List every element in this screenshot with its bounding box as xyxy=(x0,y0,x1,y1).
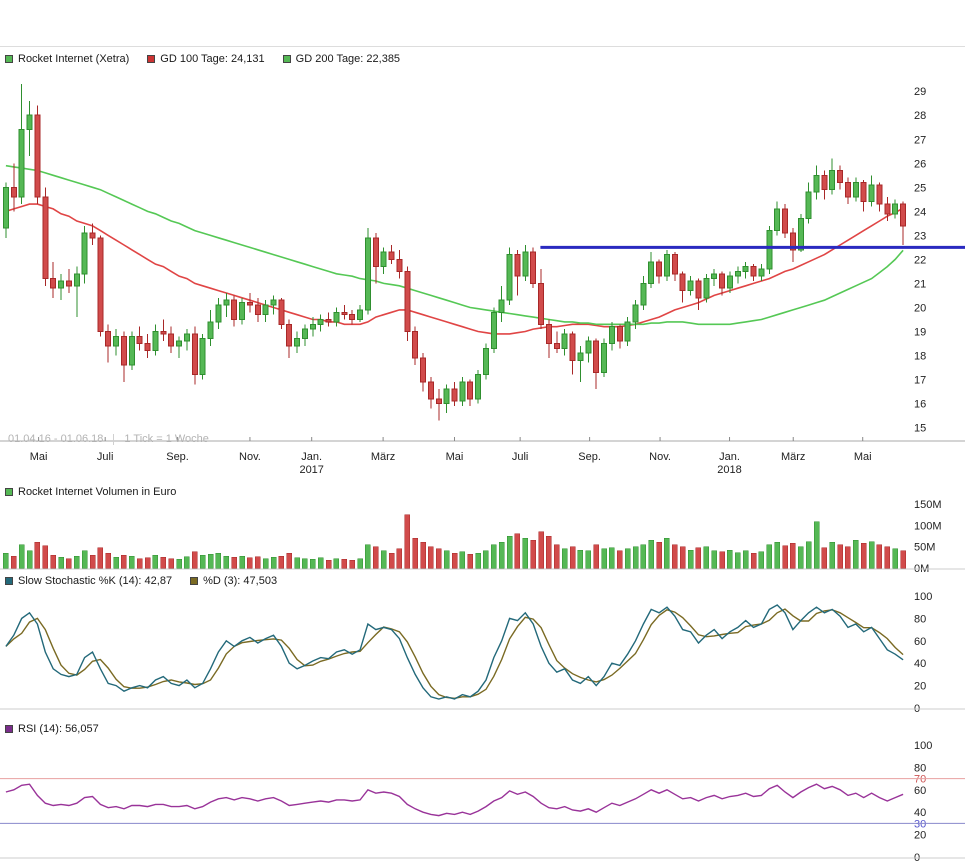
stochastic-chart-canvas[interactable]: 100806040200 xyxy=(0,591,965,714)
svg-text:40: 40 xyxy=(914,658,926,670)
axis-note-divider xyxy=(113,434,114,445)
rsi-legend: RSI (14): 56,057 xyxy=(5,723,99,735)
x-axis-label: Sep. xyxy=(166,451,189,463)
legend-item-gd200: GD 200 Tage: 22,385 xyxy=(283,53,400,65)
stochastic-y-axis: 100806040200 xyxy=(914,591,932,714)
svg-text:24: 24 xyxy=(914,206,926,218)
axis-note: 01.04.16 - 01.06.18 1 Tick = 1 Woche xyxy=(8,433,209,445)
x-axis-label: Mai xyxy=(30,451,48,463)
svg-text:26: 26 xyxy=(914,158,926,170)
legend-item-gd100: GD 100 Tage: 24,131 xyxy=(147,53,264,65)
price-legend: Rocket Internet (Xetra) GD 100 Tage: 24,… xyxy=(5,53,400,65)
legend-item-price: Rocket Internet (Xetra) xyxy=(5,53,129,65)
rsi-chart-canvas[interactable]: 100 807060 403020 0 xyxy=(0,740,965,862)
svg-text:100M: 100M xyxy=(914,520,942,532)
svg-text:21: 21 xyxy=(914,278,926,290)
svg-text:100: 100 xyxy=(914,591,932,603)
svg-text:0: 0 xyxy=(914,852,920,862)
legend-label-rsi: RSI (14): 56,057 xyxy=(18,723,99,735)
svg-text:40: 40 xyxy=(914,807,926,819)
svg-text:60: 60 xyxy=(914,785,926,797)
svg-text:100: 100 xyxy=(914,740,932,752)
rsi-swatch-icon xyxy=(5,725,13,733)
x-axis-label: Nov. xyxy=(239,451,261,463)
rsi-line xyxy=(6,784,903,815)
svg-text:20: 20 xyxy=(914,830,926,842)
stoch-d-line xyxy=(6,609,903,698)
price-y-axis: 29 28 27 26 25 24 23 22 21 20 19 18 17 16 15 xyxy=(914,86,926,434)
svg-text:18: 18 xyxy=(914,351,926,363)
volume-bars xyxy=(3,515,905,568)
svg-text:29: 29 xyxy=(914,86,926,98)
volume-chart-canvas[interactable]: 150M 100M 50M 0M xyxy=(0,498,965,572)
legend-item-stoch-d: %D (3): 47,503 xyxy=(190,575,277,587)
volume-legend: Rocket Internet Volumen in Euro xyxy=(5,486,176,498)
svg-text:16: 16 xyxy=(914,399,926,411)
svg-text:30: 30 xyxy=(914,818,926,830)
x-axis-labels: Mai Juli Sep. Nov. Jan. März Mai Juli Sep. Nov. Ja… xyxy=(0,451,965,464)
svg-text:15: 15 xyxy=(914,423,926,435)
x-axis-year-label: 2017 xyxy=(299,464,323,476)
svg-text:0M: 0M xyxy=(914,563,929,572)
rsi-y-axis: 100 807060 403020 0 xyxy=(914,740,932,862)
gd200-swatch-icon xyxy=(283,55,291,63)
legend-item-stoch-k: Slow Stochastic %K (14): 42,87 xyxy=(5,575,172,587)
svg-text:22: 22 xyxy=(914,254,926,266)
x-axis-label: Mai xyxy=(854,451,872,463)
legend-label-price: Rocket Internet (Xetra) xyxy=(18,53,129,65)
svg-text:80: 80 xyxy=(914,762,926,774)
legend-item-rsi: RSI (14): 56,057 xyxy=(5,723,99,735)
stoch-d-swatch-icon xyxy=(190,577,198,585)
x-axis-label: Sep. xyxy=(578,451,601,463)
legend-label-volume: Rocket Internet Volumen in Euro xyxy=(18,486,176,498)
stochastic-legend: Slow Stochastic %K (14): 42,87 %D (3): 4… xyxy=(5,575,277,587)
legend-label-gd100: GD 100 Tage: 24,131 xyxy=(160,53,264,65)
svg-text:60: 60 xyxy=(914,636,926,648)
x-axis-label: Mai xyxy=(446,451,464,463)
svg-text:17: 17 xyxy=(914,375,926,387)
svg-text:80: 80 xyxy=(914,613,926,625)
svg-text:23: 23 xyxy=(914,230,926,242)
svg-text:28: 28 xyxy=(914,110,926,122)
x-axis-year-labels: 2017 2018 xyxy=(0,464,965,477)
x-axis-label: Juli xyxy=(97,451,114,463)
x-axis-label: Juli xyxy=(512,451,529,463)
top-divider xyxy=(0,46,965,47)
x-axis-label: Jan. xyxy=(301,451,322,463)
tick-size-label: 1 Tick = 1 Woche xyxy=(124,433,208,445)
volume-swatch-icon xyxy=(5,488,13,496)
price-swatch-icon xyxy=(5,55,13,63)
svg-text:70: 70 xyxy=(914,774,926,786)
legend-label-gd200: GD 200 Tage: 22,385 xyxy=(296,53,400,65)
legend-label-stoch-k: Slow Stochastic %K (14): 42,87 xyxy=(18,575,172,587)
candles-layer xyxy=(3,84,905,420)
volume-y-axis: 150M 100M 50M 0M xyxy=(914,499,942,572)
price-chart-canvas[interactable]: 29 28 27 26 25 24 23 22 21 20 19 18 17 16 15 xyxy=(0,72,965,442)
svg-text:20: 20 xyxy=(914,302,926,314)
svg-text:20: 20 xyxy=(914,681,926,693)
legend-item-volume: Rocket Internet Volumen in Euro xyxy=(5,486,176,498)
x-axis-label: März xyxy=(781,451,805,463)
x-axis-label: Nov. xyxy=(649,451,671,463)
legend-label-stoch-d: %D (3): 47,503 xyxy=(203,575,277,587)
gd100-swatch-icon xyxy=(147,55,155,63)
stock-chart-application: Rocket Internet (Xetra) GD 100 Tage: 24,… xyxy=(0,0,965,867)
x-axis-label: März xyxy=(371,451,395,463)
svg-text:50M: 50M xyxy=(914,542,935,554)
date-range-label: 01.04.16 - 01.06.18 xyxy=(8,433,103,445)
x-axis-year-label: 2018 xyxy=(717,464,741,476)
svg-text:150M: 150M xyxy=(914,499,942,511)
x-axis-label: Jan. xyxy=(719,451,740,463)
svg-text:27: 27 xyxy=(914,134,926,146)
stoch-k-swatch-icon xyxy=(5,577,13,585)
svg-text:25: 25 xyxy=(914,182,926,194)
stoch-k-line xyxy=(6,605,903,699)
svg-text:19: 19 xyxy=(914,326,926,338)
